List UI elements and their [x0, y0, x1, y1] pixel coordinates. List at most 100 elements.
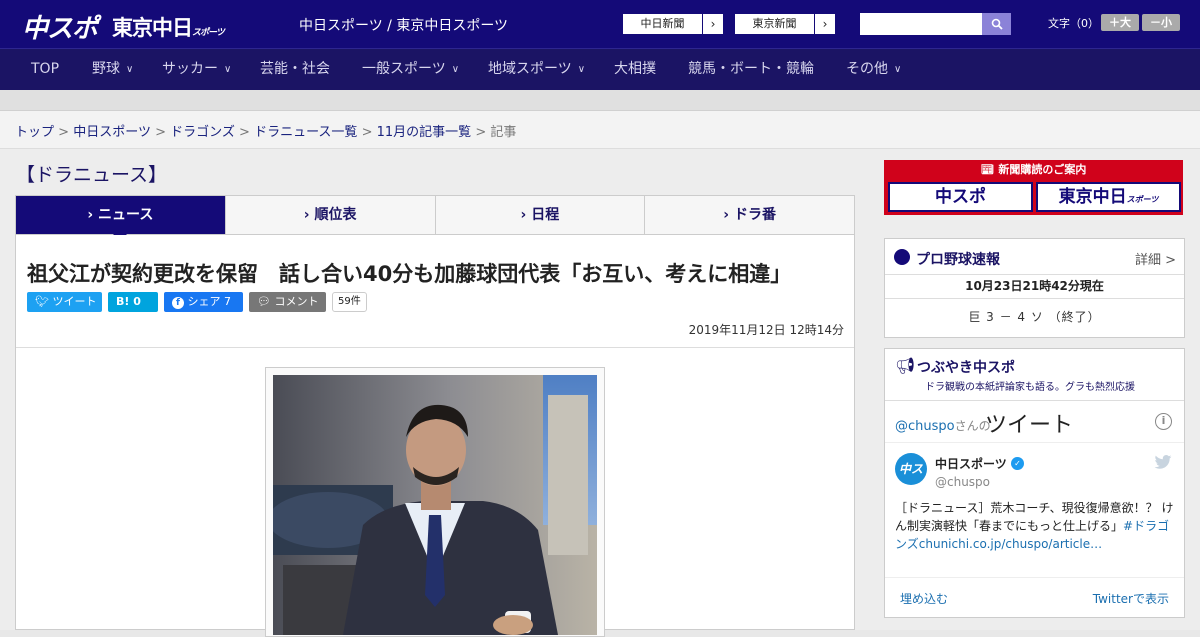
breadcrumb-link-november[interactable]: 11月の記事一覧: [377, 125, 472, 140]
embed-link[interactable]: 埋め込む: [900, 590, 948, 607]
breadcrumb-link-dra-news[interactable]: ドラニュース一覧: [254, 125, 357, 140]
tweet-url-link[interactable]: chunichi.co.jp/chuspo/article…: [919, 537, 1102, 551]
subscription-banner: 📰︎ 新聞購読のご案内 中スポ 東京中日スポーツ: [884, 160, 1183, 215]
comment-button[interactable]: 💬︎ コメント: [249, 292, 326, 312]
font-size-label: 文字（0）: [1048, 17, 1099, 30]
chevron-right-icon: ›: [87, 207, 94, 223]
nav-item-sumo[interactable]: 大相撲: [614, 49, 656, 91]
search-button[interactable]: [982, 13, 1011, 35]
tweet-account-name[interactable]: 中日スポーツ: [935, 455, 1007, 472]
chevron-down-icon: ∨: [577, 64, 586, 75]
chevron-right-icon: ›: [710, 17, 716, 31]
view-on-twitter-link[interactable]: Twitterで表示: [1093, 590, 1169, 607]
twitter-bird-icon[interactable]: [1154, 455, 1172, 469]
chuspo-logo[interactable]: 中スポ: [22, 8, 98, 45]
tab-schedule[interactable]: › 日程: [436, 196, 646, 234]
subscription-title: 📰︎ 新聞購読のご案内: [885, 161, 1182, 179]
section-tabs: › ニュース › 順位表 › 日程 › ドラ番: [15, 195, 855, 241]
article-photo[interactable]: [273, 375, 597, 635]
tweets-title: つぶやき中スポ: [917, 360, 1015, 376]
article: 祖父江が契約更改を保留 話し合い40分も加藤球団代表「お互い、考えに相違」 🐦︎…: [15, 235, 855, 637]
subscribe-tokyo-chunichi-button[interactable]: 東京中日スポーツ: [1036, 182, 1181, 212]
facebook-share-button[interactable]: f シェア 7: [164, 292, 243, 312]
breadcrumb-link-chuspo[interactable]: 中日スポーツ: [73, 125, 151, 140]
subscribe-tokyo-chunichi-sub: スポーツ: [1126, 195, 1159, 204]
timeline-handle[interactable]: @chuspoさんの: [895, 417, 991, 434]
avatar[interactable]: 中スポ: [895, 453, 927, 508]
tokyo-chunichi-logo-sub: スポーツ: [192, 28, 225, 38]
breadcrumb-link-top[interactable]: トップ: [15, 125, 54, 140]
nav-item-local-sports[interactable]: 地域スポーツ ∨: [488, 49, 585, 91]
tab-standings[interactable]: › 順位表: [226, 196, 436, 234]
subscribe-tokyo-chunichi-label: 東京中日: [1058, 187, 1127, 207]
article-date: 2019年11月12日 12時14分: [688, 323, 844, 337]
nav-item-label: 競馬・ボート・競輪: [688, 61, 814, 77]
hatena-bookmark-button[interactable]: B! 0: [108, 292, 158, 312]
font-bigger-button[interactable]: ＋大: [1101, 14, 1139, 31]
nav-item-baseball[interactable]: 野球 ∨: [92, 49, 133, 91]
breadcrumb-separator: >: [239, 125, 250, 140]
chunichi-shimbun-link[interactable]: 中日新聞 ›: [622, 13, 724, 35]
baseball-scores-title: プロ野球速報: [916, 252, 1000, 268]
nav-item-label: 地域スポーツ: [488, 61, 572, 77]
tab-label: ニュース: [98, 207, 154, 223]
chevron-down-icon: ∨: [451, 64, 460, 75]
search-icon: [991, 18, 1003, 30]
subscribe-chuspo-button[interactable]: 中スポ: [888, 182, 1033, 212]
baseball-icon: [894, 249, 910, 265]
tweets-header: 📢︎ つぶやき中スポ ドラ観戦の本紙評論家も語る。グラも熱烈応援: [885, 349, 1184, 401]
site-header: 中スポ 東京中日スポーツ 中日スポーツ / 東京中日スポーツ 中日新聞 › 東京…: [0, 0, 1200, 48]
comment-count[interactable]: 59件: [332, 292, 367, 312]
nav-item-soccer[interactable]: サッカー ∨: [162, 49, 231, 91]
chevron-right-icon: ›: [520, 207, 527, 223]
tab-news[interactable]: › ニュース: [16, 196, 226, 241]
nav-item-entertainment[interactable]: 芸能・社会: [260, 49, 330, 91]
tweets-footer: 埋め込む Twitterで表示: [885, 577, 1184, 617]
tab-label: 日程: [531, 207, 560, 223]
twitter-bird-icon: 🐦︎: [35, 295, 49, 308]
nav-item-label: 大相撲: [614, 61, 656, 77]
section-heading: 【ドラニュース】: [16, 164, 168, 186]
nav-item-racing[interactable]: 競馬・ボート・競輪: [688, 49, 814, 91]
baseball-detail-link[interactable]: 詳細 >: [1135, 249, 1176, 268]
site-title[interactable]: 中日スポーツ / 東京中日スポーツ: [299, 15, 508, 35]
player-photo-image: [273, 375, 597, 635]
tab-label: ドラ番: [733, 207, 776, 223]
tweet-button[interactable]: 🐦︎ ツイート: [27, 292, 102, 312]
tab-reporter[interactable]: › ドラ番: [645, 196, 854, 234]
baseball-score[interactable]: 巨 3 － 4 ソ （終了）: [885, 299, 1184, 335]
breadcrumb-link-dragons[interactable]: ドラゴンズ: [170, 125, 235, 140]
timeline-title: ツイート: [985, 413, 1074, 438]
subscription-title-text: 新聞購読のご案内: [998, 163, 1087, 176]
nav-item-label: サッカー: [162, 61, 218, 77]
newspaper-icon: 📰︎: [980, 163, 995, 176]
breadcrumb-separator: >: [475, 125, 487, 140]
nav-item-label: 一般スポーツ: [362, 61, 446, 77]
comment-label: コメント: [274, 295, 319, 308]
tokyo-shimbun-label: 東京新聞: [735, 14, 815, 34]
divider: [16, 347, 854, 348]
tweet-account-handle[interactable]: @chuspo: [935, 475, 990, 489]
breadcrumb: トップ > 中日スポーツ > ドラゴンズ > ドラニュース一覧 > 11月の記事…: [15, 121, 516, 140]
tokyo-chunichi-logo[interactable]: 東京中日スポーツ: [112, 12, 225, 42]
nav-item-label: 芸能・社会: [260, 61, 330, 77]
nav-item-general-sports[interactable]: 一般スポーツ ∨: [362, 49, 459, 91]
chevron-down-icon: ∨: [126, 64, 134, 75]
facebook-share-label: シェア 7: [187, 295, 232, 308]
breadcrumb-separator: >: [155, 125, 166, 140]
article-photo-frame: [265, 367, 605, 637]
facebook-icon: f: [172, 297, 184, 309]
breadcrumb-current: 記事: [490, 125, 517, 140]
tweet-label: ツイート: [52, 295, 97, 308]
baseball-timestamp: 10月23日21時42分現在: [885, 275, 1184, 299]
chunichi-shimbun-label: 中日新聞: [623, 14, 703, 34]
baseball-scores-header: プロ野球速報 詳細 >: [885, 239, 1184, 275]
breadcrumb-separator: >: [58, 125, 70, 140]
info-icon[interactable]: i: [1155, 413, 1172, 430]
font-smaller-button[interactable]: －小: [1142, 14, 1180, 31]
chevron-down-icon: ∨: [894, 64, 902, 75]
search-input[interactable]: [860, 13, 982, 35]
nav-item-other[interactable]: その他 ∨: [846, 49, 901, 91]
tokyo-shimbun-link[interactable]: 東京新聞 ›: [734, 13, 836, 35]
nav-item-top[interactable]: TOP: [31, 49, 59, 91]
